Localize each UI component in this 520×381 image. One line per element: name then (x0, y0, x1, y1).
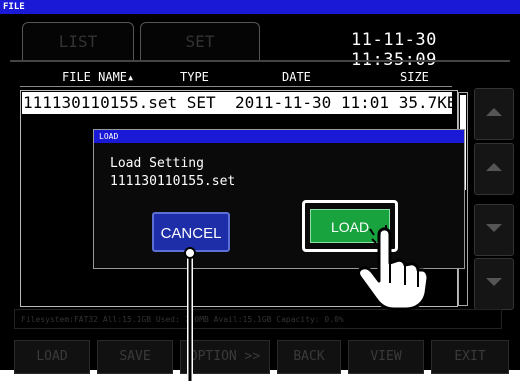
file-name: 111130110155.set (23, 93, 178, 112)
column-size[interactable]: SIZE (400, 70, 429, 84)
tab-set[interactable]: SET (140, 22, 260, 61)
page-up-button[interactable] (474, 143, 514, 195)
dialog-title: LOAD (94, 130, 464, 143)
list-header: FILE NAME▴ TYPE DATE SIZE (20, 68, 452, 86)
scroll-down-button[interactable] (474, 258, 514, 310)
page-up-icon (486, 163, 502, 171)
column-file-name[interactable]: FILE NAME▴ (62, 70, 134, 84)
scroll-up-button[interactable] (474, 88, 514, 140)
column-date[interactable]: DATE (282, 70, 311, 84)
file-size: 35.7KB (398, 93, 457, 112)
back-button[interactable]: BACK (277, 340, 341, 374)
clock: 11-11-30 11:35:09 (351, 30, 437, 70)
dialog-message: Load Setting (110, 156, 204, 171)
arrow-down-icon (486, 278, 502, 286)
device-screen: FILE LIST SET 11-11-30 11:35:09 FILE NAM… (0, 0, 520, 374)
tab-list[interactable]: LIST (22, 22, 134, 61)
column-type[interactable]: TYPE (180, 70, 209, 84)
window-title: FILE (0, 0, 520, 14)
tab-divider (10, 60, 510, 62)
view-button[interactable]: VIEW (348, 340, 424, 374)
page-down-icon (486, 224, 502, 232)
header-divider (20, 86, 452, 87)
save-button[interactable]: SAVE (97, 340, 173, 374)
arrow-up-icon (486, 108, 502, 116)
exit-button[interactable]: EXIT (431, 340, 509, 374)
load-button[interactable]: LOAD (14, 340, 90, 374)
pointing-hand-icon (357, 225, 430, 311)
file-date: 2011-11-30 11:01 (234, 93, 390, 112)
dialog-file-name: 111130110155.set (110, 174, 236, 189)
table-row[interactable]: 111130110155.set SET 2011-11-30 11:01 35… (22, 92, 457, 114)
page-down-button[interactable] (474, 204, 514, 256)
callout-line (184, 247, 196, 381)
file-type: SET (186, 93, 216, 112)
filesystem-status: Filesystem:FAT32 All:15.1GB Used: 7.0MB … (14, 309, 502, 329)
